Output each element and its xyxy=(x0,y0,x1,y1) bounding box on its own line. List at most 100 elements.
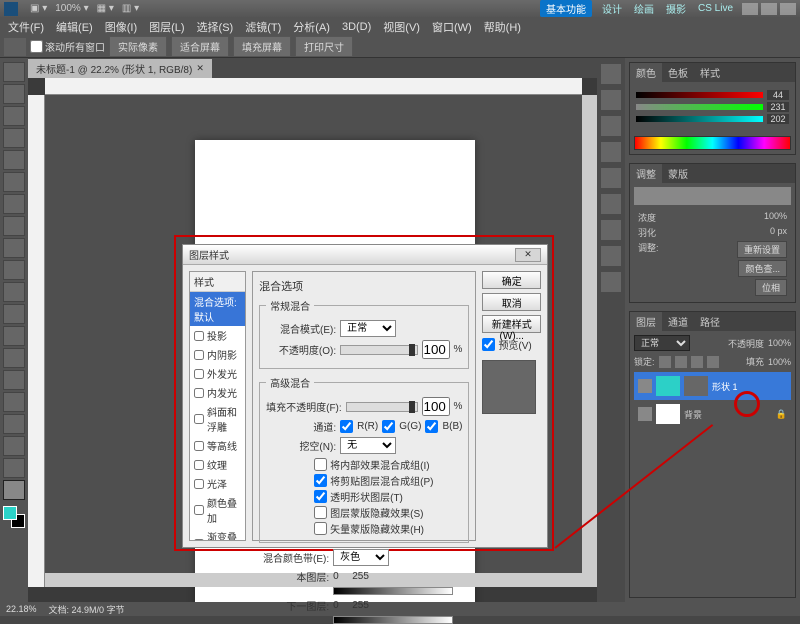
style-innerglow[interactable]: 内发光 xyxy=(190,383,245,402)
workspace-pill[interactable]: 基本功能 xyxy=(540,0,592,17)
h-value[interactable]: 44 xyxy=(767,90,789,100)
tool-preset-icon[interactable] xyxy=(4,38,26,56)
btn-fit-screen[interactable]: 适合屏幕 xyxy=(171,36,229,57)
b-value[interactable]: 202 xyxy=(767,114,789,124)
newstyle-button[interactable]: 新建样式(W)... xyxy=(482,315,541,333)
path-tool[interactable] xyxy=(3,414,25,434)
tab-styles[interactable]: 样式 xyxy=(694,63,726,82)
crop-tool[interactable] xyxy=(3,150,25,170)
layer-fill-value[interactable]: 100% xyxy=(768,357,791,367)
nav-panel-icon[interactable] xyxy=(601,220,621,240)
mask-thumb[interactable] xyxy=(634,187,791,205)
ch-g[interactable] xyxy=(382,420,395,433)
tab-mask[interactable]: 蒙版 xyxy=(662,164,694,183)
info-panel-icon[interactable] xyxy=(601,246,621,266)
menu-view[interactable]: 视图(V) xyxy=(377,17,426,37)
layer-shape1[interactable]: 形状 1 xyxy=(634,372,791,400)
ko-opt5[interactable] xyxy=(314,522,327,535)
tab-layers[interactable]: 图层 xyxy=(630,312,662,331)
color-swatches[interactable] xyxy=(3,506,25,528)
tab-channels[interactable]: 通道 xyxy=(662,312,694,331)
lock-trans-icon[interactable] xyxy=(659,356,671,368)
style-dropshadow[interactable]: 投影 xyxy=(190,326,245,345)
btn-color-range[interactable]: 颜色查... xyxy=(738,260,787,277)
zoom-tool[interactable] xyxy=(3,480,25,500)
scroll-vertical[interactable] xyxy=(582,95,597,587)
blend-mode-select[interactable]: 正常 xyxy=(634,335,690,351)
fill-input[interactable] xyxy=(422,397,450,416)
tab-color[interactable]: 颜色 xyxy=(630,63,662,82)
ko-opt2[interactable] xyxy=(314,474,327,487)
feather-value[interactable]: 0 px xyxy=(770,226,787,239)
style-bevel[interactable]: 斜面和浮雕 xyxy=(190,402,245,436)
lock-pos-icon[interactable] xyxy=(691,356,703,368)
status-zoom[interactable]: 22.18% xyxy=(6,604,37,614)
style-innershadow[interactable]: 内阴影 xyxy=(190,345,245,364)
s-slider[interactable] xyxy=(636,104,763,110)
ch-b[interactable] xyxy=(425,420,438,433)
brush-tool[interactable] xyxy=(3,216,25,236)
brush-panel-icon[interactable] xyxy=(601,116,621,136)
preview-check[interactable]: 预览(V) xyxy=(482,337,541,352)
blend-mode-select[interactable]: 正常 xyxy=(340,320,396,337)
marquee-tool[interactable] xyxy=(3,84,25,104)
hue-strip[interactable] xyxy=(634,136,791,150)
btn-mask-edge[interactable]: 重新设置 xyxy=(737,241,787,258)
b-slider[interactable] xyxy=(636,116,763,122)
knockout-select[interactable]: 无 xyxy=(340,437,396,454)
btn-actual-pixels[interactable]: 实际像素 xyxy=(109,36,167,57)
style-gradoverlay[interactable]: 渐变叠加 xyxy=(190,527,245,541)
lock-all-icon[interactable] xyxy=(707,356,719,368)
stamp-tool[interactable] xyxy=(3,238,25,258)
max-button[interactable] xyxy=(761,3,777,15)
wand-tool[interactable] xyxy=(3,128,25,148)
dialog-close-button[interactable]: ✕ xyxy=(515,248,541,262)
btn-print-size[interactable]: 打印尺寸 xyxy=(295,36,353,57)
eye-icon[interactable] xyxy=(638,407,652,421)
cancel-button[interactable]: 取消 xyxy=(482,293,541,311)
tab-swatches[interactable]: 色板 xyxy=(662,63,694,82)
document-tab[interactable]: 未标题-1 @ 22.2% (形状 1, RGB/8)✕ xyxy=(28,59,212,78)
under-layer-gradient[interactable] xyxy=(333,616,453,624)
style-contour[interactable]: 等高线 xyxy=(190,436,245,455)
style-blendopts[interactable]: 混合选项:默认 xyxy=(190,292,245,326)
style-satin[interactable]: 光泽 xyxy=(190,474,245,493)
actions-icon[interactable] xyxy=(601,90,621,110)
ko-opt4[interactable] xyxy=(314,506,327,519)
menu-select[interactable]: 选择(S) xyxy=(191,17,240,37)
scroll-all-check[interactable]: 滚动所有窗口 xyxy=(30,39,105,54)
opacity-slider[interactable] xyxy=(340,345,417,355)
style-texture[interactable]: 纹理 xyxy=(190,455,245,474)
screen-combo[interactable]: ▥ ▾ xyxy=(122,3,139,14)
ko-opt1[interactable] xyxy=(314,458,327,471)
menu-layer[interactable]: 图层(L) xyxy=(143,17,190,37)
move-tool[interactable] xyxy=(3,62,25,82)
fill-slider[interactable] xyxy=(346,402,418,412)
cslive-link[interactable]: CS Live xyxy=(698,3,733,14)
char-panel-icon[interactable] xyxy=(601,168,621,188)
ok-button[interactable]: 确定 xyxy=(482,271,541,289)
layer-opacity-value[interactable]: 100% xyxy=(768,338,791,348)
ws-link-design[interactable]: 设计 xyxy=(602,1,622,16)
history-icon[interactable] xyxy=(601,64,621,84)
pen-tool[interactable] xyxy=(3,370,25,390)
history-brush-tool[interactable] xyxy=(3,260,25,280)
btn-invert[interactable]: 位相 xyxy=(755,279,787,296)
btn-fill-screen[interactable]: 填充屏幕 xyxy=(233,36,291,57)
eyedrop-tool[interactable] xyxy=(3,172,25,192)
opacity-input[interactable] xyxy=(422,340,450,359)
zoom-combo[interactable]: 100% ▾ xyxy=(55,3,88,14)
h-slider[interactable] xyxy=(636,92,763,98)
status-docinfo[interactable]: 文档: 24.9M/0 字节 xyxy=(49,603,125,616)
eraser-tool[interactable] xyxy=(3,282,25,302)
menu-file[interactable]: 文件(F) xyxy=(2,17,50,37)
hand-tool[interactable] xyxy=(3,458,25,478)
lasso-tool[interactable] xyxy=(3,106,25,126)
menu-edit[interactable]: 编辑(E) xyxy=(50,17,99,37)
lock-pixel-icon[interactable] xyxy=(675,356,687,368)
style-coloroverlay[interactable]: 颜色叠加 xyxy=(190,493,245,527)
dodge-tool[interactable] xyxy=(3,348,25,368)
menu-image[interactable]: 图像(I) xyxy=(99,17,143,37)
style-outerglow[interactable]: 外发光 xyxy=(190,364,245,383)
swatch-panel-icon[interactable] xyxy=(601,272,621,292)
